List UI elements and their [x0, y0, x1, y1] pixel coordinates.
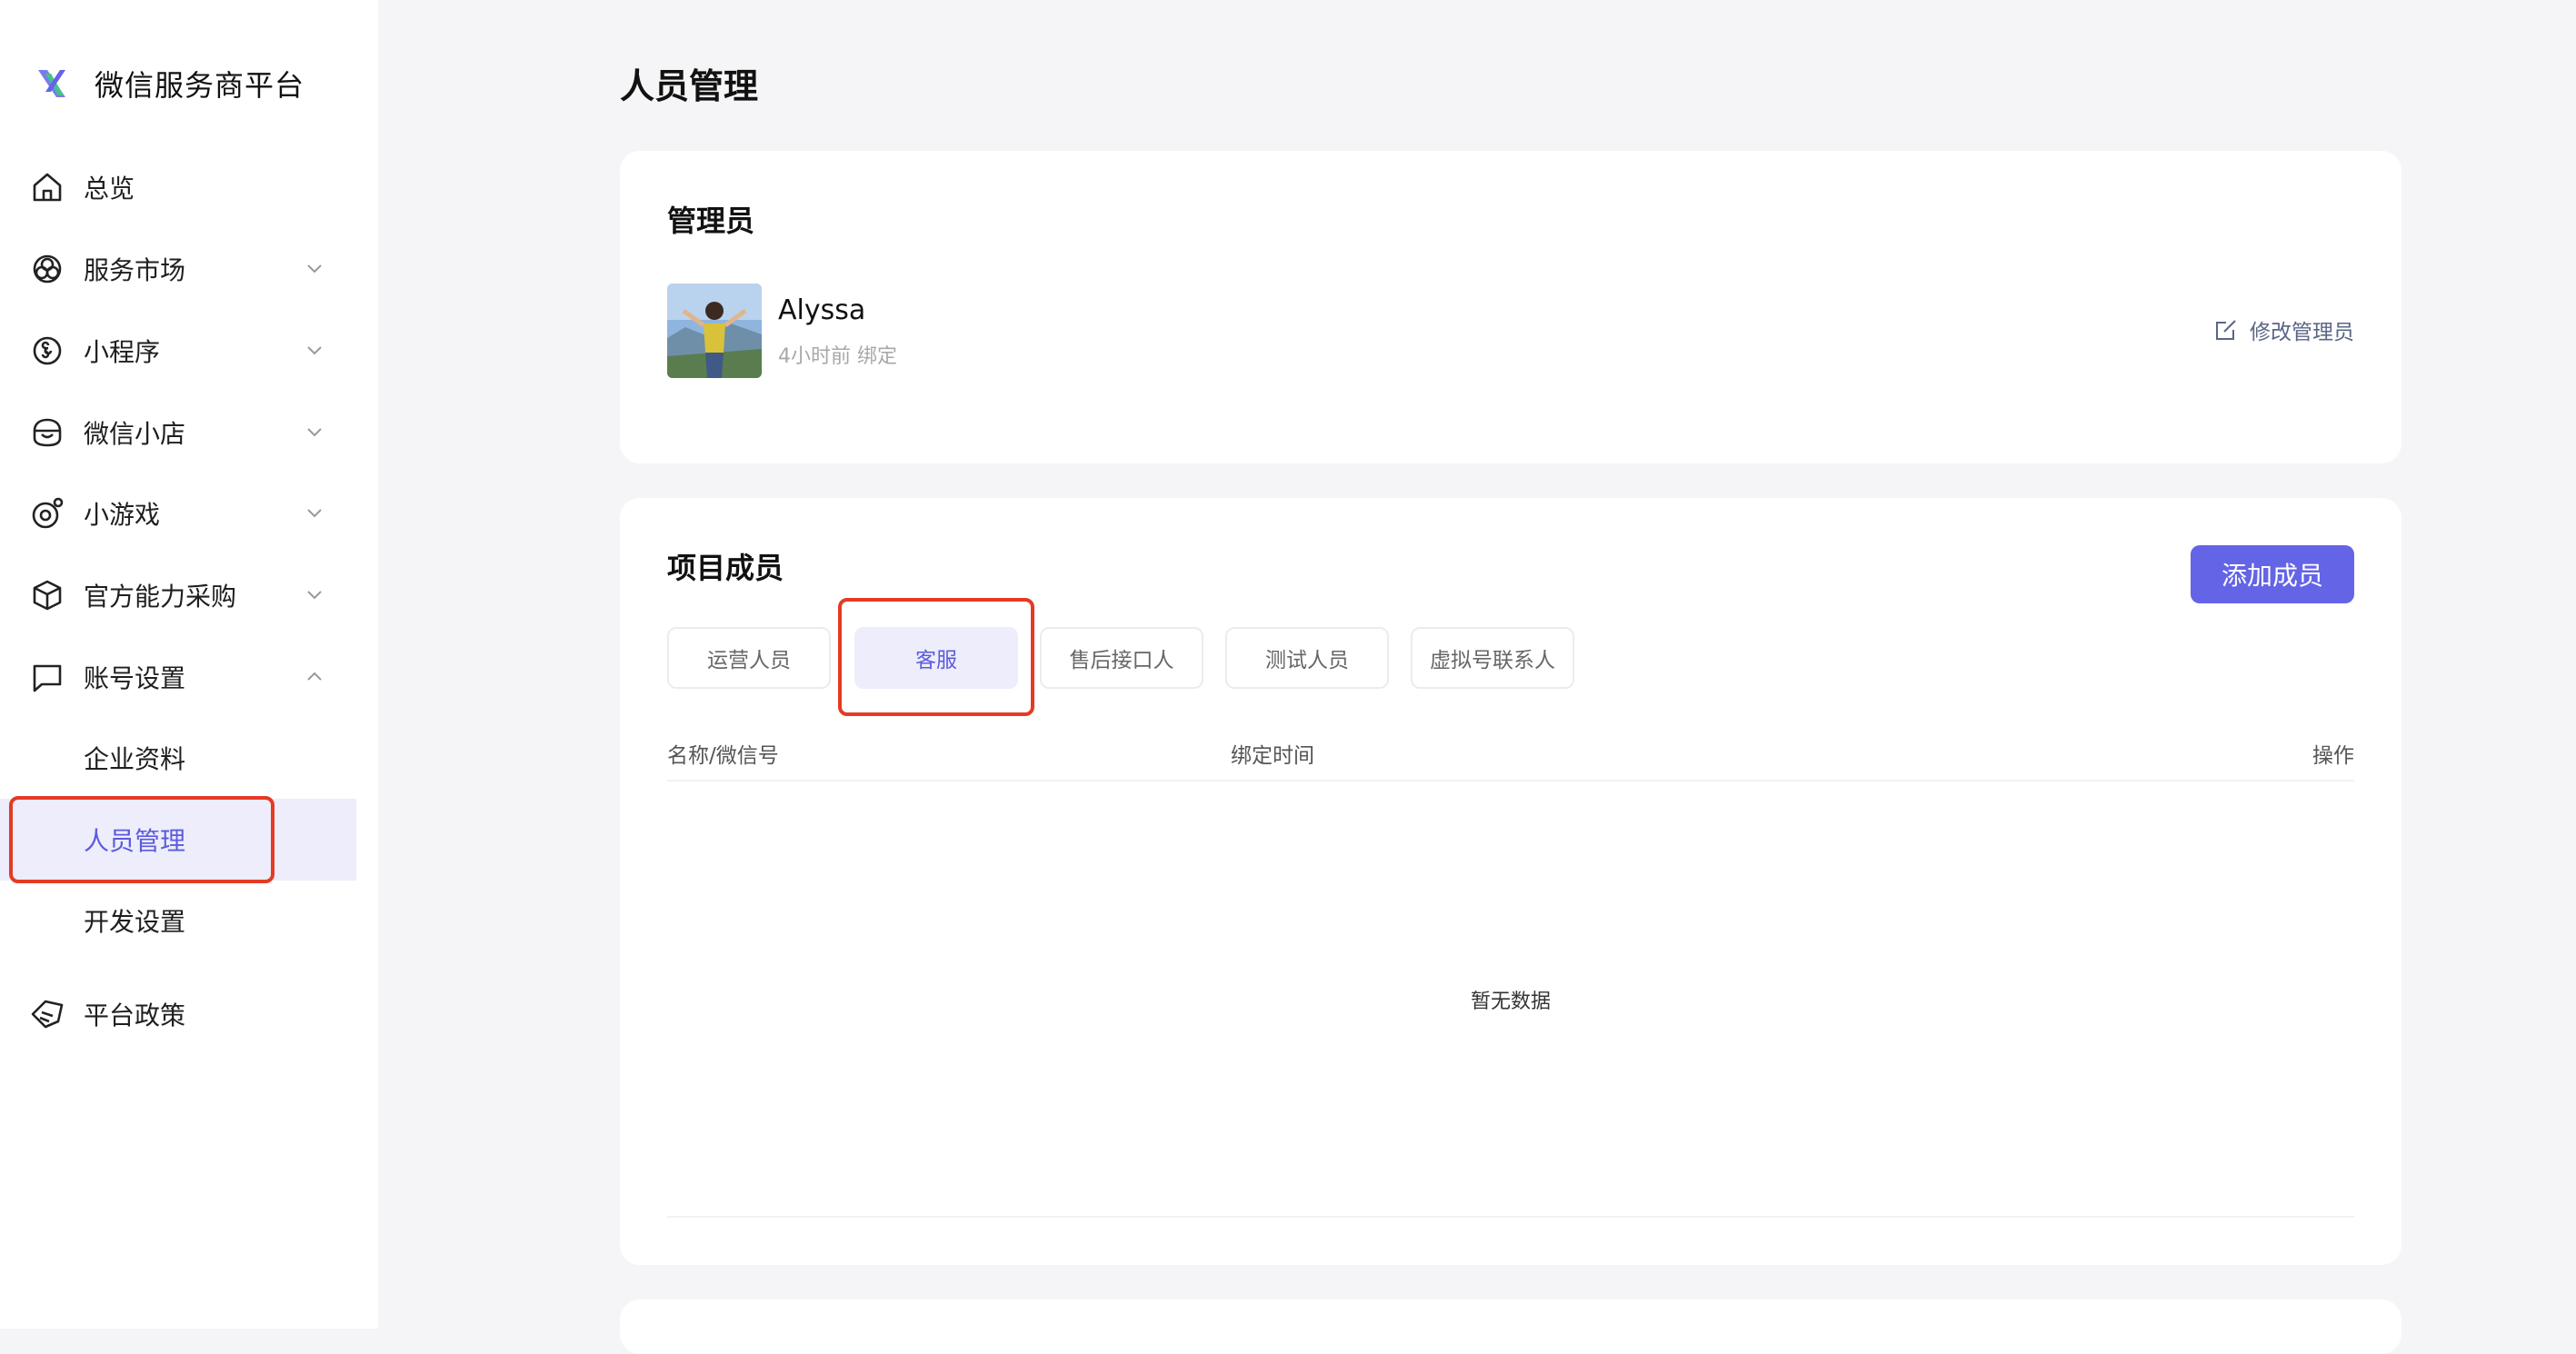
table-divider: [667, 780, 2354, 782]
sidebar-item-platform-policy[interactable]: 平台政策: [0, 973, 356, 1055]
tab-operations[interactable]: 运营人员: [667, 627, 831, 689]
edit-admin-button[interactable]: 修改管理员: [2213, 314, 2354, 345]
sidebar-item-overview[interactable]: 总览: [0, 146, 356, 228]
admin-card: 管理员 Alyssa 4小时前 绑定 修改管理员: [620, 151, 2401, 463]
sidebar-item-miniprogram[interactable]: 小程序: [0, 310, 356, 392]
chevron-down-icon: [307, 346, 322, 355]
sidebar-item-label: 小程序: [84, 337, 161, 367]
tab-testers[interactable]: 测试人员: [1225, 627, 1389, 689]
page-title: 人员管理: [620, 66, 759, 106]
sidebar-item-label: 人员管理: [84, 826, 186, 856]
column-header-actions: 操作: [2312, 744, 2354, 768]
sidebar-item-label: 开发设置: [84, 907, 186, 937]
chevron-down-icon: [307, 591, 322, 600]
logo-icon: [38, 70, 65, 97]
sidebar-item-account-settings[interactable]: 账号设置: [0, 636, 356, 718]
admin-card-title: 管理员: [667, 204, 755, 238]
admin-name: Alyssa: [778, 294, 866, 326]
chevron-down-icon: [307, 428, 322, 437]
chevron-down-icon: [307, 509, 322, 518]
table-divider: [667, 1216, 2354, 1218]
sidebar-item-market[interactable]: 服务市场: [0, 228, 356, 310]
tab-after-sales-contact[interactable]: 售后接口人: [1040, 627, 1203, 689]
sidebar-subitem-company-info[interactable]: 企业资料: [0, 717, 356, 799]
sidebar-item-label: 官方能力采购: [84, 582, 237, 612]
sidebar-item-label: 账号设置: [84, 663, 186, 693]
market-icon: [33, 254, 62, 284]
empty-state-text: 暂无数据: [1470, 991, 1551, 1013]
home-icon: [33, 173, 62, 202]
column-header-bind-time: 绑定时间: [1231, 744, 1314, 768]
sidebar: 微信服务商平台 总览 服务市场 小程序 微信小店 小游戏 官方能力采购 账号设置…: [0, 0, 378, 1329]
chevron-down-icon: [307, 264, 322, 274]
sidebar-item-label: 平台政策: [84, 1001, 186, 1030]
game-icon: [32, 497, 64, 529]
tab-virtual-number-contact[interactable]: 虚拟号联系人: [1411, 627, 1574, 689]
sidebar-subitem-staff-management[interactable]: 人员管理: [0, 799, 356, 881]
sidebar-item-shop[interactable]: 微信小店: [0, 392, 356, 473]
app-title: 微信服务商平台: [95, 68, 305, 103]
sidebar-item-label: 服务市场: [84, 255, 186, 285]
sidebar-subitem-dev-settings[interactable]: 开发设置: [0, 880, 356, 961]
chat-icon: [33, 664, 62, 692]
sidebar-item-label: 微信小店: [84, 419, 186, 449]
tab-customer-service[interactable]: 客服: [854, 627, 1018, 689]
policy-icon: [31, 1000, 64, 1029]
sidebar-item-label: 企业资料: [84, 744, 186, 774]
shop-icon: [33, 418, 62, 447]
brand[interactable]: 微信服务商平台: [33, 62, 305, 105]
box-icon: [33, 580, 62, 611]
sidebar-item-procurement[interactable]: 官方能力采购: [0, 554, 356, 636]
next-card: [620, 1299, 2401, 1354]
avatar: [667, 284, 762, 378]
edit-admin-label: 修改管理员: [2250, 321, 2354, 344]
sidebar-item-minigame[interactable]: 小游戏: [0, 473, 356, 554]
chevron-up-icon: [307, 672, 322, 681]
sidebar-item-label: 总览: [84, 174, 135, 204]
column-header-name: 名称/微信号: [667, 744, 779, 768]
admin-bound-time: 4小时前 绑定: [778, 345, 897, 368]
add-member-button[interactable]: 添加成员: [2191, 545, 2354, 603]
members-card-title: 项目成员: [667, 551, 784, 585]
members-card: 项目成员 添加成员 运营人员 客服 售后接口人 测试人员 虚拟号联系人 名称/微…: [620, 498, 2401, 1265]
miniprogram-icon: [33, 336, 62, 365]
edit-icon: [2216, 320, 2236, 340]
sidebar-item-label: 小游戏: [84, 500, 161, 530]
